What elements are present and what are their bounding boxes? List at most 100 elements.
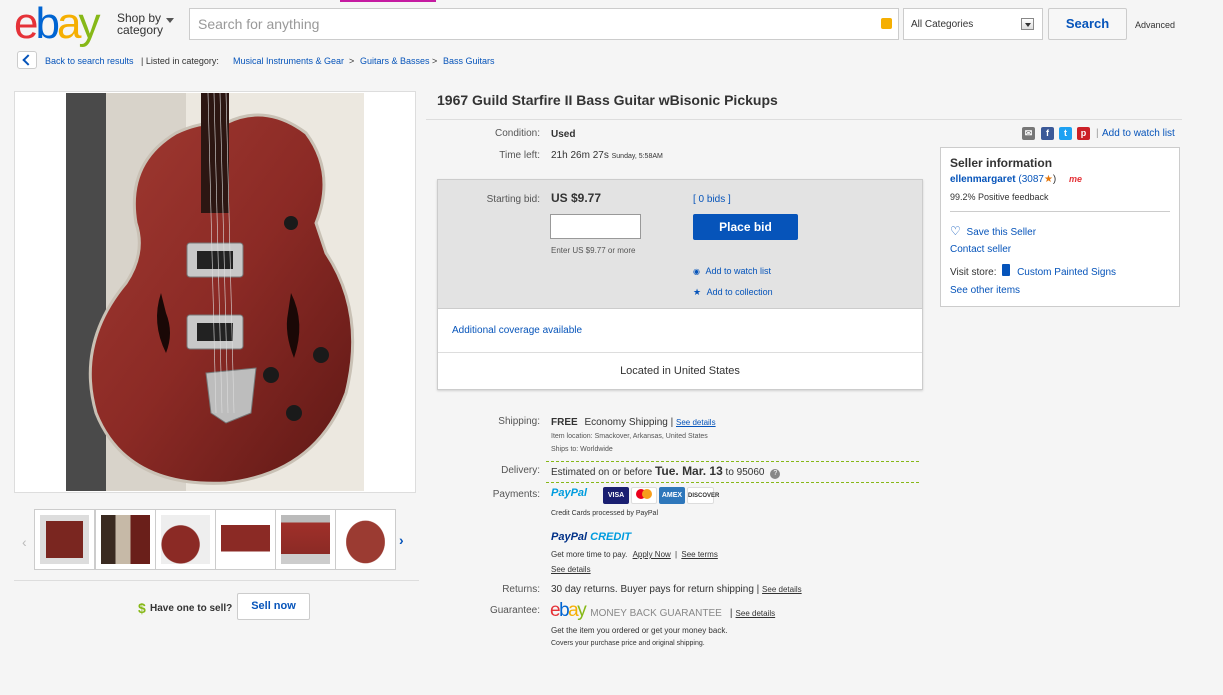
starting-bid-value: US $9.77 xyxy=(551,191,602,205)
visit-store-label: Visit store: xyxy=(950,267,997,278)
store-name-link[interactable]: Custom Painted Signs xyxy=(1017,267,1116,278)
back-to-search-link[interactable]: Back to search results xyxy=(45,56,134,66)
bid-box xyxy=(437,179,923,390)
back-arrow-icon[interactable] xyxy=(17,51,37,69)
paypal-logo: PayPal xyxy=(551,487,588,499)
additional-coverage-link[interactable]: Additional coverage available xyxy=(452,325,582,336)
apply-now-link[interactable]: Apply Now xyxy=(633,550,671,559)
divider xyxy=(950,211,1170,212)
category-select-value: All Categories xyxy=(911,19,974,30)
search-box xyxy=(189,8,899,40)
logo-letter: e xyxy=(550,600,561,621)
returns-label: Returns: xyxy=(502,584,540,595)
breadcrumb-separator: > xyxy=(432,56,438,66)
bid-amount-input[interactable] xyxy=(550,214,641,239)
bid-add-collection[interactable]: ★ Add to collection xyxy=(693,287,773,298)
save-seller[interactable]: ♡ Save this Seller xyxy=(950,224,1036,238)
bid-add-collection-label: Add to collection xyxy=(706,287,773,297)
main-image-frame xyxy=(14,91,416,493)
category-select[interactable]: All Categories xyxy=(903,8,1043,40)
see-terms-link[interactable]: See terms xyxy=(681,550,717,559)
located-in: Located in United States xyxy=(620,365,740,377)
discover-icon: DISCOVER xyxy=(687,487,719,504)
delivery-value: Estimated on or before Tue. Mar. 13 to 9… xyxy=(551,464,781,479)
time-left-label: Time left: xyxy=(499,150,540,161)
thumbnail-next-icon[interactable]: › xyxy=(399,532,404,548)
breadcrumb-separator: > xyxy=(349,56,355,66)
thumbnail-1[interactable] xyxy=(34,509,95,570)
thumbnail-4[interactable] xyxy=(215,509,276,570)
guarantee-line1: Get the item you ordered or get your mon… xyxy=(551,626,728,635)
mastercard-orange xyxy=(642,489,652,499)
shipping-see-details[interactable]: See details xyxy=(676,418,716,427)
pinterest-icon[interactable]: p xyxy=(1077,127,1090,140)
guitar-photo xyxy=(66,93,364,491)
bid-hint: Enter US $9.77 or more xyxy=(551,246,636,255)
positive-feedback: 99.2% Positive feedback xyxy=(950,192,1049,202)
amex-icon: AMEX xyxy=(659,487,685,504)
thumbnail-prev-icon[interactable]: ‹ xyxy=(22,534,27,550)
condition-value: Used xyxy=(551,129,576,140)
starting-bid-label: Starting bid: xyxy=(486,194,540,205)
pencil-icon[interactable] xyxy=(881,18,892,29)
email-icon[interactable]: ✉ xyxy=(1022,127,1035,140)
seller-name-link[interactable]: ellenmargaret xyxy=(950,174,1016,185)
see-other-items-link[interactable]: See other items xyxy=(950,285,1020,296)
thumbnail-5[interactable] xyxy=(275,509,336,570)
divider xyxy=(426,119,1182,120)
contact-seller-link[interactable]: Contact seller xyxy=(950,244,1011,255)
sell-now-button[interactable]: Sell now xyxy=(237,593,310,620)
pipe-separator: | xyxy=(1096,128,1099,139)
main-product-image[interactable] xyxy=(66,93,364,491)
breadcrumb-category-1[interactable]: Musical Instruments & Gear xyxy=(233,56,344,66)
divider xyxy=(14,580,419,581)
logo-letter: a xyxy=(568,600,579,621)
twitter-icon[interactable]: t xyxy=(1059,127,1072,140)
delivery-dashed-top xyxy=(546,461,919,462)
thumbnail-2[interactable] xyxy=(95,509,156,570)
ships-to: Ships to: Worldwide xyxy=(551,446,613,453)
help-icon[interactable]: ? xyxy=(770,469,781,479)
have-one-to-sell: Have one to sell? xyxy=(150,603,233,614)
time-left-value: 21h 26m 27s Sunday, 5:58AM xyxy=(551,150,663,161)
place-bid-button[interactable]: Place bid xyxy=(693,214,798,240)
advanced-search-link[interactable]: Advanced xyxy=(1135,20,1175,30)
store-icon xyxy=(1002,264,1011,276)
item-location: Item location: Smackover, Arkansas, Unit… xyxy=(551,433,708,440)
add-to-watch-list-link[interactable]: Add to watch list xyxy=(1102,128,1175,139)
listed-in-label: | Listed in category: xyxy=(141,56,219,66)
breadcrumb-category-2[interactable]: Guitars & Basses xyxy=(360,56,430,66)
top-accent-bar xyxy=(340,0,436,2)
paypal-credit-see-details[interactable]: See details xyxy=(551,565,591,574)
chevron-down-icon[interactable] xyxy=(166,18,174,23)
thumbnail-6[interactable] xyxy=(335,509,396,570)
divider xyxy=(438,352,922,353)
page-title: 1967 Guild Starfire II Bass Guitar wBiso… xyxy=(437,92,778,108)
me-badge[interactable]: me xyxy=(1069,174,1082,184)
paypal-credit-line: Get more time to pay. Apply Now | See te… xyxy=(551,550,718,559)
bids-count-link[interactable]: [ 0 bids ] xyxy=(693,194,731,205)
delivery-before: Estimated on or before xyxy=(551,467,653,478)
mastercard-icon xyxy=(631,487,657,504)
search-input[interactable] xyxy=(190,9,870,39)
money-back-guarantee: ebay MONEY BACK GUARANTEE | See details xyxy=(550,600,775,622)
breadcrumb-category-3[interactable]: Bass Guitars xyxy=(443,56,495,66)
feedback-count-link[interactable]: (3087 xyxy=(1018,174,1044,185)
logo-letter: b xyxy=(35,0,60,48)
ebay-logo[interactable]: ebay xyxy=(14,0,100,48)
shop-by-category[interactable]: Shop by category xyxy=(117,12,163,36)
cards-processed: Credit Cards processed by PayPal xyxy=(551,510,658,517)
condition-label: Condition: xyxy=(494,128,540,139)
dollar-icon: $ xyxy=(138,600,146,616)
bid-add-watch[interactable]: ◉ Add to watch list xyxy=(693,266,771,276)
guarantee-label: Guarantee: xyxy=(489,605,540,616)
more-time-text: Get more time to pay. xyxy=(551,550,628,559)
facebook-icon[interactable]: f xyxy=(1041,127,1054,140)
logo-letter: y xyxy=(78,0,100,48)
eye-icon: ◉ xyxy=(693,267,700,276)
thumbnail-3[interactable] xyxy=(155,509,216,570)
search-button[interactable]: Search xyxy=(1048,8,1127,40)
bid-add-watch-label: Add to watch list xyxy=(705,266,772,276)
guarantee-see-details[interactable]: See details xyxy=(736,609,776,618)
returns-see-details[interactable]: See details xyxy=(762,585,802,594)
